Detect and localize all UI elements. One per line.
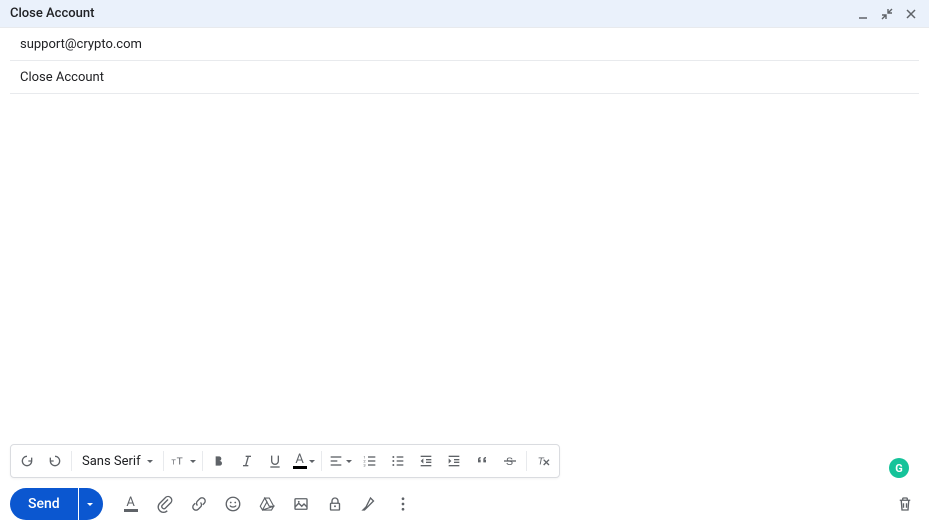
to-value: support@crypto.com xyxy=(20,37,142,52)
align-button[interactable] xyxy=(324,447,356,475)
remove-format-button[interactable]: T xyxy=(529,447,557,475)
chevron-down-icon xyxy=(346,460,352,463)
collapse-icon[interactable] xyxy=(879,6,895,22)
format-toolbar: Sans Serif TT A 123 S xyxy=(10,444,560,478)
more-options-button[interactable] xyxy=(389,490,417,518)
toolbar-divider xyxy=(71,451,72,471)
undo-button[interactable] xyxy=(13,447,41,475)
minimize-icon[interactable] xyxy=(855,6,871,22)
compose-bottom-row: Send A xyxy=(0,478,929,530)
to-field[interactable]: support@crypto.com xyxy=(10,28,919,61)
chevron-down-icon xyxy=(147,460,153,463)
svg-text:T: T xyxy=(176,456,182,467)
attach-file-button[interactable] xyxy=(151,490,179,518)
underline-button[interactable] xyxy=(261,447,289,475)
toolbar-divider xyxy=(321,451,322,471)
chevron-down-icon xyxy=(87,503,93,506)
formatting-options-button[interactable]: A xyxy=(117,490,145,518)
svg-text:S: S xyxy=(506,456,513,468)
insert-drive-button[interactable] xyxy=(253,490,281,518)
redo-button[interactable] xyxy=(41,447,69,475)
grammarly-label: G xyxy=(895,462,903,475)
confidential-mode-button[interactable] xyxy=(321,490,349,518)
subject-value: Close Account xyxy=(20,70,104,85)
bulleted-list-button[interactable] xyxy=(384,447,412,475)
numbered-list-button[interactable]: 123 xyxy=(356,447,384,475)
titlebar-actions xyxy=(855,6,919,22)
bold-button[interactable] xyxy=(205,447,233,475)
insert-signature-button[interactable] xyxy=(355,490,383,518)
toolbar-divider xyxy=(202,451,203,471)
compose-titlebar: Close Account xyxy=(0,0,929,28)
indent-less-button[interactable] xyxy=(412,447,440,475)
chevron-down-icon xyxy=(190,460,196,463)
discard-draft-button[interactable] xyxy=(891,490,919,518)
svg-text:T: T xyxy=(171,457,176,466)
insert-link-button[interactable] xyxy=(185,490,213,518)
font-family-select[interactable]: Sans Serif xyxy=(74,447,161,475)
toolbar-divider xyxy=(526,451,527,471)
compose-body[interactable] xyxy=(0,94,929,444)
compose-title: Close Account xyxy=(10,6,855,21)
italic-button[interactable] xyxy=(233,447,261,475)
indent-more-button[interactable] xyxy=(440,447,468,475)
strikethrough-button[interactable]: S xyxy=(496,447,524,475)
insert-photo-button[interactable] xyxy=(287,490,315,518)
svg-text:T: T xyxy=(537,456,544,467)
svg-text:3: 3 xyxy=(363,462,365,467)
font-family-label: Sans Serif xyxy=(82,454,141,469)
quote-button[interactable] xyxy=(468,447,496,475)
send-button[interactable]: Send xyxy=(10,488,78,520)
grammarly-badge[interactable]: G xyxy=(889,458,909,478)
close-icon[interactable] xyxy=(903,6,919,22)
subject-field[interactable]: Close Account xyxy=(10,61,919,94)
chevron-down-icon xyxy=(309,460,315,463)
send-options-button[interactable] xyxy=(79,488,103,520)
send-button-group: Send xyxy=(10,488,103,520)
insert-emoji-button[interactable] xyxy=(219,490,247,518)
text-color-button[interactable]: A xyxy=(289,447,319,475)
bottom-icons: A xyxy=(117,490,417,518)
send-label: Send xyxy=(28,496,60,512)
font-size-select[interactable]: TT xyxy=(166,447,200,475)
toolbar-divider xyxy=(163,451,164,471)
